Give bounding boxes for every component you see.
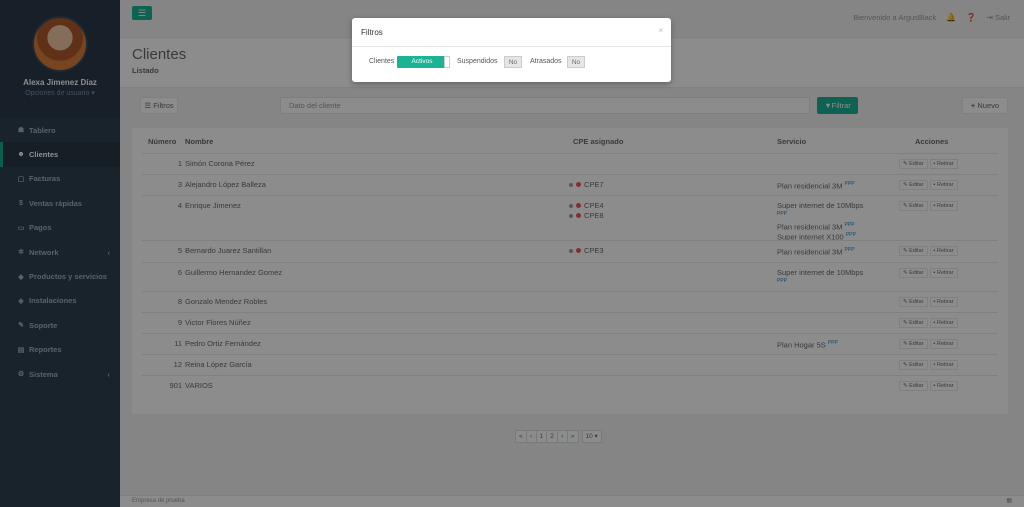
- modal-divider: [352, 46, 671, 47]
- suspended-toggle[interactable]: No: [504, 56, 522, 68]
- clients-filter-label: Clientes: [369, 58, 395, 65]
- filters-modal: Filtros × Clientes Activos Suspendidos N…: [352, 18, 671, 82]
- toggle-knob: [444, 56, 450, 68]
- suspended-filter-label: Suspendidos: [457, 58, 498, 65]
- overdue-filter-label: Atrasados: [530, 58, 562, 65]
- close-icon[interactable]: ×: [658, 26, 663, 35]
- clients-status-toggle[interactable]: Activos: [397, 56, 447, 68]
- overdue-toggle[interactable]: No: [567, 56, 585, 68]
- modal-title: Filtros: [361, 28, 383, 37]
